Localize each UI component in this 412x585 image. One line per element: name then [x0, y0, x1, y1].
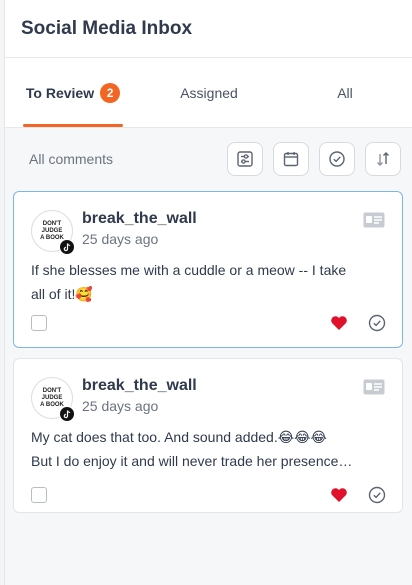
- avatar-text: DON'T: [42, 220, 62, 227]
- tab-label: All: [337, 84, 353, 101]
- comment-card[interactable]: DON'T JUDGE A BOOK break_the_wall 25 day…: [13, 358, 403, 513]
- comment-line: If she blesses me with a cuddle or a meo…: [31, 262, 347, 278]
- comment-line: But I do enjoy it and will never trade h…: [31, 453, 353, 469]
- tiktok-icon: [59, 406, 75, 422]
- sort-arrows-icon: [377, 152, 389, 166]
- comment-author[interactable]: break_the_wall: [82, 377, 197, 395]
- comment-timestamp: 25 days ago: [82, 231, 159, 247]
- avatar-text: JUDGE: [41, 394, 63, 401]
- tab-label: To Review: [25, 84, 95, 101]
- calendar-icon: [283, 152, 299, 167]
- check-circle-icon[interactable]: [368, 486, 386, 504]
- tab-all[interactable]: All: [277, 58, 412, 127]
- comment-timestamp: 25 days ago: [82, 398, 159, 414]
- id-card-icon[interactable]: [363, 212, 385, 228]
- tab-to-review[interactable]: To Review 2: [5, 58, 141, 127]
- page-title: Social Media Inbox: [21, 17, 193, 39]
- heart-icon[interactable]: [330, 487, 348, 503]
- tab-label: Assigned: [180, 84, 238, 101]
- mark-all-done-button[interactable]: [319, 142, 355, 176]
- inbox-header: Social Media Inbox: [5, 0, 412, 58]
- comment-author[interactable]: break_the_wall: [82, 210, 197, 228]
- select-checkbox[interactable]: [31, 487, 47, 503]
- date-filter-button[interactable]: [273, 142, 309, 176]
- select-checkbox[interactable]: [31, 315, 47, 331]
- sort-button[interactable]: [365, 142, 401, 176]
- tab-bar: To Review 2 Assigned All: [5, 58, 412, 128]
- comment-line: My cat does that too. And sound added.😂😂…: [31, 429, 327, 445]
- inbox-panel: Social Media Inbox To Review 2 Assigned …: [4, 0, 412, 585]
- check-circle-icon[interactable]: [368, 314, 386, 332]
- filter-settings-button[interactable]: [227, 142, 263, 176]
- comment-card[interactable]: DON'T JUDGE A BOOK break_the_wall 25 day…: [13, 191, 403, 348]
- tab-assigned[interactable]: Assigned: [141, 58, 277, 127]
- id-card-icon[interactable]: [363, 379, 385, 395]
- comment-line: all of it!🥰: [31, 286, 93, 302]
- filter-bar: All comments: [5, 128, 412, 190]
- sliders-icon: [237, 151, 253, 167]
- comment-text: My cat does that too. And sound added.😂😂…: [31, 425, 386, 473]
- check-circle-icon: [329, 151, 345, 167]
- filter-dropdown[interactable]: All comments: [29, 151, 217, 167]
- tiktok-icon: [59, 239, 75, 255]
- avatar-text: JUDGE: [41, 227, 63, 234]
- comment-text: If she blesses me with a cuddle or a meo…: [31, 258, 386, 306]
- avatar-text: DON'T: [42, 387, 62, 394]
- heart-icon[interactable]: [330, 315, 348, 331]
- count-badge: 2: [100, 82, 121, 103]
